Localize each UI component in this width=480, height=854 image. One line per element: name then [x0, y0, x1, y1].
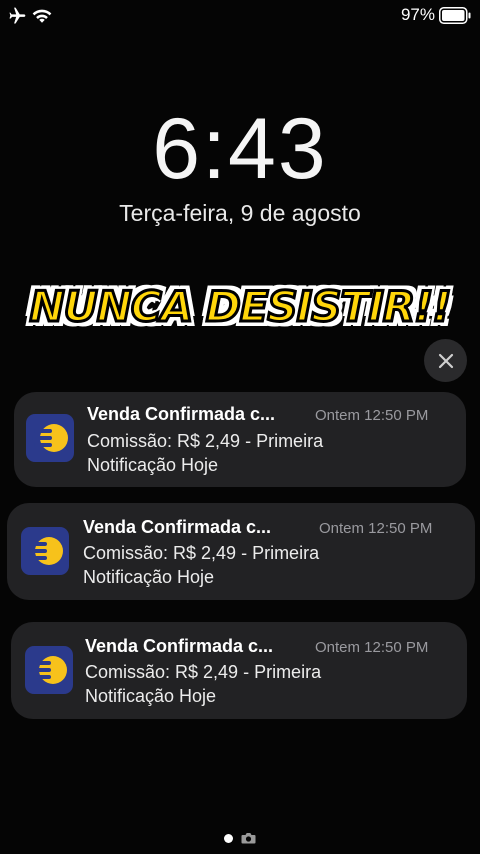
- lock-screen-time: 6:43: [152, 101, 328, 197]
- app-icon: [25, 646, 73, 694]
- status-bar: 97%: [0, 0, 480, 30]
- app-logo-icon: [27, 537, 63, 565]
- overlay-caption: NUNCA DESISTIR!!: [28, 281, 453, 333]
- camera-icon[interactable]: [241, 832, 256, 844]
- notification-card[interactable]: Venda Confirmada c... Ontem 12:50 PM Com…: [7, 503, 475, 600]
- notification-card[interactable]: Venda Confirmada c... Ontem 12:50 PM Com…: [11, 622, 467, 719]
- clear-notifications-button[interactable]: [424, 339, 467, 382]
- wifi-icon: [32, 9, 52, 23]
- notification-time: Ontem 12:50 PM: [319, 520, 433, 537]
- notification-card[interactable]: Venda Confirmada c... Ontem 12:50 PM Com…: [14, 392, 466, 487]
- notification-body: Comissão: R$ 2,49 - Primeira Notificação…: [85, 662, 322, 706]
- app-logo-icon: [32, 424, 68, 452]
- notification-title: Venda Confirmada c...: [85, 636, 274, 656]
- lock-screen-date: Terça-feira, 9 de agosto: [119, 200, 361, 226]
- notification-time: Ontem 12:50 PM: [315, 407, 429, 424]
- app-icon: [21, 527, 69, 575]
- notification-time: Ontem 12:50 PM: [315, 639, 429, 656]
- close-icon: [438, 353, 453, 368]
- page-indicator: [0, 832, 480, 844]
- app-icon: [26, 414, 74, 462]
- notification-body: Comissão: R$ 2,49 - Primeira Notificação…: [87, 431, 324, 475]
- notification-title: Venda Confirmada c...: [87, 404, 276, 424]
- battery-percentage: 97%: [400, 5, 435, 24]
- battery-icon: [439, 7, 471, 24]
- airplane-icon: [9, 7, 26, 24]
- notification-title: Venda Confirmada c...: [83, 517, 272, 537]
- app-logo-icon: [31, 656, 67, 684]
- notification-body: Comissão: R$ 2,49 - Primeira Notificação…: [83, 543, 320, 587]
- page-dot-active[interactable]: [224, 833, 233, 843]
